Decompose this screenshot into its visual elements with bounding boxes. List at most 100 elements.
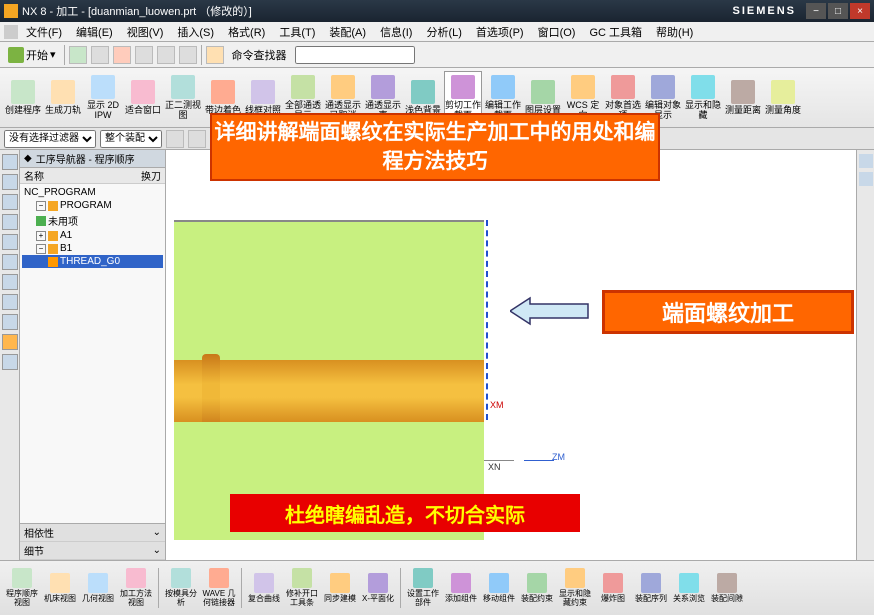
nav-title: ◆ 工序导航器 - 程序顺序 <box>20 150 165 168</box>
ribbon-generate-toolpath[interactable]: 生成刀轨 <box>44 71 82 125</box>
rb-history-icon[interactable] <box>2 274 18 290</box>
rb-reuse-icon[interactable] <box>2 234 18 250</box>
right-icon-2[interactable] <box>859 172 873 186</box>
main-toolbar: 开始 ▾ 命令查找器 <box>0 42 874 68</box>
menu-file[interactable]: 文件(F) <box>20 24 68 40</box>
bt-geometry-view[interactable]: 几何视图 <box>80 563 116 613</box>
nav-detail[interactable]: 细节⌄ <box>20 542 165 560</box>
annotation-warning: 杜绝瞎编乱造，不切合实际 <box>230 494 580 532</box>
bt-patch-opening[interactable]: 修补开口工具条 <box>284 563 320 613</box>
tree-a1[interactable]: +A1 <box>22 229 163 242</box>
filter-icon-1[interactable] <box>166 130 184 148</box>
tree-thread[interactable]: THREAD_G0 <box>22 255 163 268</box>
rb-help-icon[interactable] <box>2 314 18 330</box>
ribbon-show-hide[interactable]: 显示和隐藏 <box>684 71 722 125</box>
bt-wave-linker[interactable]: WAVE 几何链接器 <box>201 563 237 613</box>
nav-tree: NC_PROGRAM −PROGRAM 未用项 +A1 −B1 THREAD_G… <box>20 184 165 523</box>
app-icon <box>4 4 18 18</box>
rb-part-icon[interactable] <box>2 174 18 190</box>
bt-add-component[interactable]: 添加组件 <box>443 563 479 613</box>
tool-redo-icon[interactable] <box>179 46 197 64</box>
rb-system-icon[interactable] <box>2 354 18 370</box>
assembly-filter[interactable]: 整个装配 <box>100 130 162 148</box>
rb-rss-icon[interactable] <box>2 334 18 350</box>
command-finder[interactable]: 命令查找器 <box>228 45 291 65</box>
rb-assembly-icon[interactable] <box>2 194 18 210</box>
bt-set-workpart[interactable]: 设置工作部件 <box>405 563 441 613</box>
tool-flag-icon[interactable] <box>206 46 224 64</box>
right-icon-1[interactable] <box>859 154 873 168</box>
menu-tools[interactable]: 工具(T) <box>273 24 321 40</box>
menu-view[interactable]: 视图(V) <box>121 24 170 40</box>
bt-mold-analysis[interactable]: 按模具分析 <box>163 563 199 613</box>
nav-columns: 名称 换刀 <box>20 168 165 184</box>
part-upper <box>174 220 484 360</box>
menu-assembly[interactable]: 装配(A) <box>323 24 372 40</box>
menu-help[interactable]: 帮助(H) <box>650 24 699 40</box>
minimize-button[interactable]: − <box>806 3 826 19</box>
menu-preferences[interactable]: 首选项(P) <box>470 24 530 40</box>
tool-paste-icon[interactable] <box>157 46 175 64</box>
window-title: NX 8 - 加工 - [duanmian_luowen.prt （修改的）] <box>22 3 732 19</box>
bt-method-view[interactable]: 加工方法视图 <box>118 563 154 613</box>
bt-machine-view[interactable]: 机床视图 <box>42 563 78 613</box>
bt-sync-modeling[interactable]: 同步建模 <box>322 563 358 613</box>
rb-constraint-icon[interactable] <box>2 214 18 230</box>
operation-navigator: ◆ 工序导航器 - 程序顺序 名称 换刀 NC_PROGRAM −PROGRAM… <box>20 150 166 560</box>
tree-program[interactable]: −PROGRAM <box>22 199 163 212</box>
menubar: 文件(F) 编辑(E) 视图(V) 插入(S) 格式(R) 工具(T) 装配(A… <box>0 22 874 42</box>
menu-window[interactable]: 窗口(O) <box>532 24 582 40</box>
tree-unused[interactable]: 未用项 <box>22 212 163 229</box>
ribbon-isometric[interactable]: 正二测视图 <box>164 71 202 125</box>
tool-cut-icon[interactable] <box>113 46 131 64</box>
col-tool[interactable]: 换刀 <box>141 168 161 183</box>
start-button[interactable]: 开始 ▾ <box>4 45 60 65</box>
window-controls: − □ × <box>806 3 870 19</box>
tree-root[interactable]: NC_PROGRAM <box>22 186 163 199</box>
rb-navigator-icon[interactable] <box>2 154 18 170</box>
axis-xn: XN <box>488 462 501 472</box>
bt-assembly-clearance[interactable]: 装配间隙 <box>709 563 745 613</box>
nav-icon: ◆ <box>24 153 32 164</box>
model: XM XN ZM <box>174 220 484 540</box>
titlebar: NX 8 - 加工 - [duanmian_luowen.prt （修改的）] … <box>0 0 874 22</box>
ribbon-measure-distance[interactable]: 测量距离 <box>724 71 762 125</box>
tool-save-icon[interactable] <box>69 46 87 64</box>
ribbon-measure-angle[interactable]: 测量角度 <box>764 71 802 125</box>
menu-analysis[interactable]: 分析(L) <box>420 24 467 40</box>
menu-gc[interactable]: GC 工具箱 <box>583 24 648 40</box>
bt-assembly-sequence[interactable]: 装配序列 <box>633 563 669 613</box>
tool-undo-icon[interactable] <box>91 46 109 64</box>
ribbon-create-program[interactable]: 创建程序 <box>4 71 42 125</box>
selection-filter[interactable]: 没有选择过滤器 <box>4 130 96 148</box>
bt-composite-curve[interactable]: 复合曲线 <box>246 563 282 613</box>
brand-label: SIEMENS <box>732 5 796 17</box>
nav-dependency[interactable]: 相依性⌄ <box>20 524 165 542</box>
bt-relation-browse[interactable]: 关系浏览 <box>671 563 707 613</box>
menu-insert[interactable]: 插入(S) <box>171 24 220 40</box>
tree-b1[interactable]: −B1 <box>22 242 163 255</box>
bt-assembly-constraint[interactable]: 装配约束 <box>519 563 555 613</box>
command-finder-input[interactable] <box>295 46 415 64</box>
axis-xm: XM <box>490 400 504 410</box>
callout-arrow-icon <box>510 296 590 326</box>
ribbon-fit-window[interactable]: 适合窗口 <box>124 71 162 125</box>
col-name[interactable]: 名称 <box>24 168 44 183</box>
filter-icon-2[interactable] <box>188 130 206 148</box>
rb-browser-icon[interactable] <box>2 254 18 270</box>
ribbon-show-ipw[interactable]: 显示 2D IPW <box>84 71 122 125</box>
menu-edit[interactable]: 编辑(E) <box>70 24 119 40</box>
tool-copy-icon[interactable] <box>135 46 153 64</box>
maximize-button[interactable]: □ <box>828 3 848 19</box>
rb-roles-icon[interactable] <box>2 294 18 310</box>
bt-move-component[interactable]: 移动组件 <box>481 563 517 613</box>
bt-x-planar[interactable]: X-平面化 <box>360 563 396 613</box>
section-line <box>486 220 488 420</box>
menu-info[interactable]: 信息(I) <box>374 24 418 40</box>
menu-format[interactable]: 格式(R) <box>222 24 271 40</box>
bt-explode-view[interactable]: 爆炸图 <box>595 563 631 613</box>
bt-show-hide-constraint[interactable]: 显示和隐藏约束 <box>557 563 593 613</box>
bt-program-order[interactable]: 程序顺序视图 <box>4 563 40 613</box>
close-button[interactable]: × <box>850 3 870 19</box>
nx-icon <box>4 25 18 39</box>
